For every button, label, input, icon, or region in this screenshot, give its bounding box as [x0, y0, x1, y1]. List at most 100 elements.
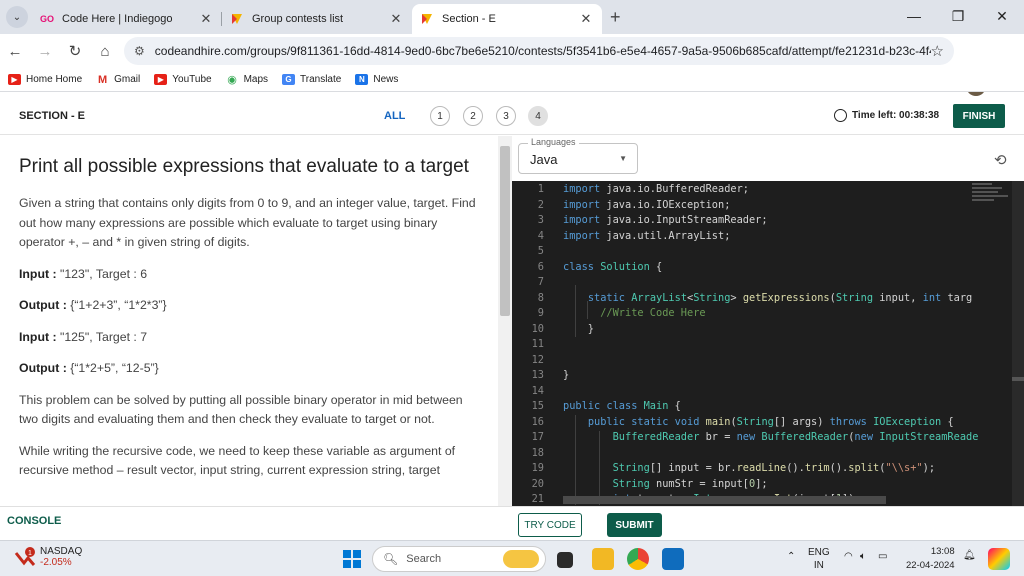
- close-tab-icon[interactable]: ✕: [198, 11, 214, 27]
- store-icon[interactable]: [662, 548, 684, 570]
- line-number: 6: [537, 260, 544, 273]
- bookmark-label: Gmail: [114, 74, 141, 85]
- region-code: IN: [813, 560, 824, 571]
- timer: Time left: 00:38:38: [834, 109, 939, 122]
- site-info-icon[interactable]: ⚙: [134, 44, 145, 58]
- all-questions-link[interactable]: ALL: [384, 110, 405, 122]
- scrollbar-thumb[interactable]: [500, 146, 510, 316]
- reload-icon[interactable]: ↻: [60, 42, 90, 60]
- language-select-label: Languages: [528, 137, 579, 147]
- window-controls: — ❐ ✕: [892, 0, 1024, 34]
- bookmark-news[interactable]: N News: [355, 74, 398, 85]
- bookmark-home[interactable]: ▶ Home Home: [8, 74, 82, 85]
- tab-search-icon[interactable]: ⌄: [6, 6, 28, 28]
- language-indicator[interactable]: ENG IN: [808, 546, 830, 572]
- url-text[interactable]: codeandhire.com/groups/9f811361-16dd-481…: [155, 44, 931, 58]
- try-code-button[interactable]: TRY CODE: [518, 513, 582, 537]
- language-select[interactable]: Languages Java ▼: [518, 137, 638, 174]
- minimize-icon[interactable]: —: [892, 0, 936, 34]
- code-line: public class Main {: [563, 400, 681, 412]
- submit-button[interactable]: SUBMIT: [607, 513, 662, 537]
- bookmark-translate[interactable]: G Translate: [282, 74, 341, 85]
- editor-horizontal-scrollbar[interactable]: [563, 496, 886, 504]
- search-icon: 🔍︎: [383, 552, 399, 566]
- console-toggle[interactable]: CONSOLE: [7, 515, 61, 527]
- problem-panel: Print all possible expressions that eval…: [0, 136, 498, 506]
- address-bar[interactable]: ⚙ codeandhire.com/groups/9f811361-16dd-4…: [124, 37, 954, 65]
- example-line: Input : "125", Target : 7: [19, 328, 485, 348]
- code-line: //Write Code Here: [600, 307, 706, 319]
- reset-code-icon[interactable]: ⟲: [994, 151, 1007, 169]
- line-number: 9: [537, 307, 544, 319]
- scrollbar-thumb[interactable]: [1012, 377, 1024, 381]
- problem-intro: Given a string that contains only digits…: [19, 196, 476, 249]
- volume-icon[interactable]: 🔈︎: [860, 551, 866, 562]
- youtube-icon: ▶: [8, 74, 21, 85]
- tab-indiegogo[interactable]: GO Code Here | Indiegogo ✕: [32, 4, 222, 34]
- close-tab-icon[interactable]: ✕: [388, 11, 404, 27]
- task-view-icon[interactable]: [557, 552, 573, 568]
- new-tab-icon[interactable]: +: [610, 7, 621, 28]
- code-line: class Solution {: [563, 260, 663, 273]
- example-text: {“1+2+3”, “1*2*3”}: [66, 298, 167, 312]
- home-icon[interactable]: ⌂: [90, 43, 120, 60]
- maps-pin-icon: ◉: [225, 74, 239, 86]
- codeandhire-favicon-icon: [230, 12, 244, 26]
- line-number: 19: [531, 462, 544, 474]
- translate-icon: G: [282, 74, 296, 85]
- line-number: 17: [531, 431, 544, 443]
- windows-taskbar: 1 NASDAQ -2.05% 🔍︎ Search ⌃ ENG IN ◠ 🔈︎ …: [0, 540, 1024, 576]
- tab-title: Section - E: [442, 13, 496, 25]
- clock-time: 13:08: [930, 546, 955, 557]
- notification-bell-icon[interactable]: 🔔︎: [963, 550, 976, 561]
- line-number: 15: [531, 400, 544, 412]
- code-line: String numStr = input[0];: [612, 477, 768, 490]
- news-icon: N: [355, 74, 369, 85]
- code-editor[interactable]: 1 2 3 4 5 6 7 8 9 10 11 12 13 14 15 16 17 18 19 20 21 import…: [512, 181, 1024, 506]
- back-icon[interactable]: ←: [0, 43, 30, 60]
- windows-start-icon[interactable]: [343, 550, 361, 568]
- line-number: 13: [531, 369, 544, 381]
- question-1-button[interactable]: 1: [430, 106, 450, 126]
- editor-vertical-scrollbar[interactable]: [1012, 181, 1024, 506]
- bookmark-star-icon[interactable]: ☆: [931, 42, 944, 60]
- stock-widget[interactable]: 1 NASDAQ -2.05%: [14, 546, 82, 568]
- bookmark-gmail[interactable]: M Gmail: [96, 74, 141, 86]
- battery-icon[interactable]: ▭: [878, 551, 887, 562]
- restore-icon[interactable]: ❐: [936, 0, 980, 34]
- forward-icon[interactable]: →: [30, 43, 60, 60]
- finish-button[interactable]: FINISH: [953, 104, 1005, 128]
- section-title: SECTION - E: [19, 110, 86, 122]
- wifi-icon[interactable]: ◠: [844, 551, 853, 562]
- tray-overflow-icon[interactable]: ⌃: [787, 551, 795, 562]
- question-3-button[interactable]: 3: [496, 106, 516, 126]
- lang-code: ENG: [808, 547, 830, 558]
- example-line: Output : {“1*2+5”, “12-5”}: [19, 359, 485, 379]
- problem-scrollbar[interactable]: [498, 136, 512, 506]
- stopwatch-icon: [834, 109, 847, 122]
- tab-section-e[interactable]: Section - E ✕: [412, 4, 602, 34]
- stock-change: -2.05%: [40, 557, 72, 568]
- code-line: import java.util.ArrayList;: [563, 229, 731, 242]
- taskbar-search[interactable]: 🔍︎ Search: [372, 546, 546, 572]
- line-number: 11: [531, 338, 544, 350]
- clock[interactable]: 13:08 22-04-2024: [906, 545, 955, 573]
- search-placeholder: Search: [406, 553, 442, 565]
- example-label: Output :: [19, 298, 67, 312]
- contest-header: SECTION - E ALL 1 2 3 4 Time left: 00:38…: [0, 97, 1024, 135]
- question-4-button[interactable]: 4: [528, 106, 548, 126]
- example-label: Input :: [19, 266, 57, 281]
- copilot-icon[interactable]: [988, 548, 1010, 570]
- line-number: 3: [537, 214, 544, 226]
- file-explorer-icon[interactable]: [592, 548, 614, 570]
- tab-group-contests[interactable]: Group contests list ✕: [222, 4, 412, 34]
- chrome-icon[interactable]: [627, 548, 649, 570]
- bookmark-maps[interactable]: ◉ Maps: [225, 74, 268, 86]
- close-tab-icon[interactable]: ✕: [578, 11, 594, 27]
- question-2-button[interactable]: 2: [463, 106, 483, 126]
- close-window-icon[interactable]: ✕: [980, 0, 1024, 34]
- language-select-value: Java: [530, 152, 558, 167]
- bookmark-youtube[interactable]: ▶ YouTube: [154, 74, 212, 85]
- example-label: Output :: [19, 361, 67, 375]
- indent-guide: [575, 415, 576, 505]
